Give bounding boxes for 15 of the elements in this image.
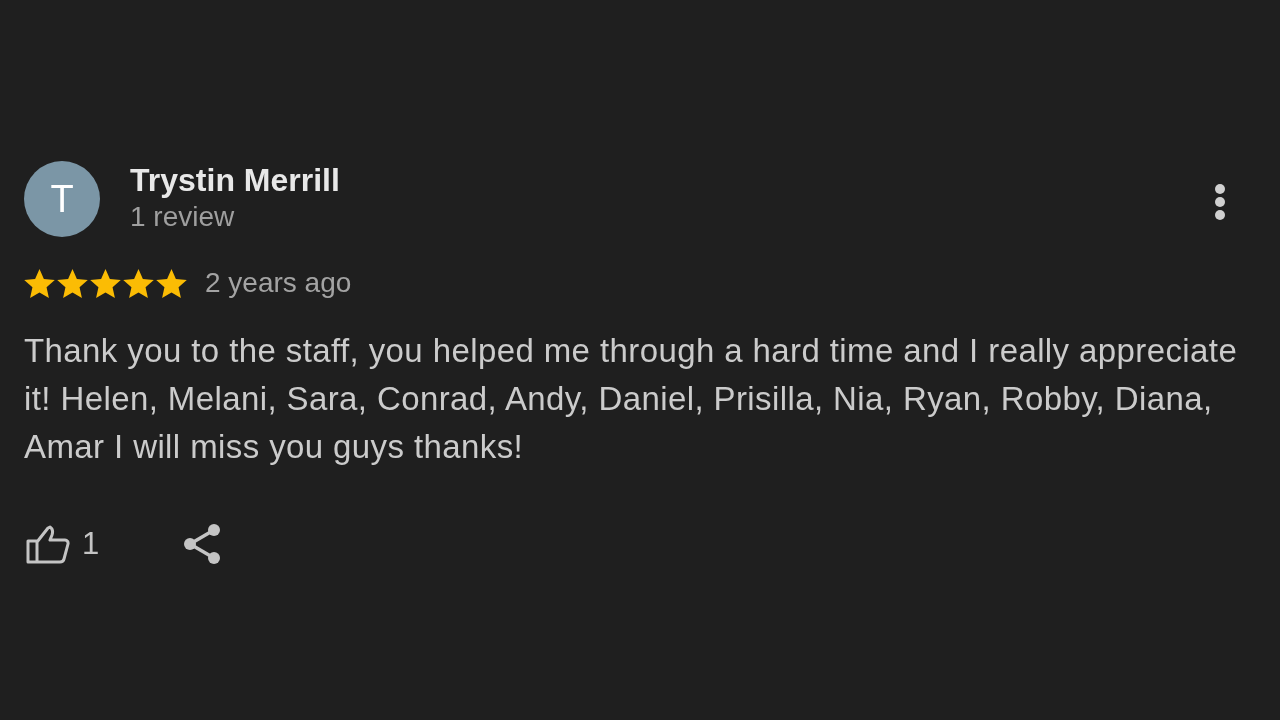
avatar-letter: T	[24, 161, 100, 237]
review-time: 2 years ago	[205, 267, 352, 299]
reviewer-name: Trystin Merrill	[130, 162, 340, 198]
share-button[interactable]	[183, 524, 222, 564]
star-icon	[57, 267, 88, 299]
more-vert-icon	[1214, 183, 1226, 221]
review-count: 1 review	[130, 200, 235, 234]
star-icon	[123, 267, 154, 299]
like-button[interactable]: 1	[26, 524, 100, 564]
review-text: Thank you to the staff, you helped me through a hard time and I really appreciate it! Helen, Melani, Sara, Conrad, Andy, Daniel, Prisilla, Nia, Ryan, Robby, Diana, Amar I will miss you guys thanks!	[24, 331, 1239, 467]
star-icon	[24, 267, 55, 299]
star-icon	[90, 267, 121, 299]
star-icon	[156, 267, 187, 299]
share-icon	[183, 524, 222, 564]
thumbs-up-icon	[26, 524, 70, 564]
